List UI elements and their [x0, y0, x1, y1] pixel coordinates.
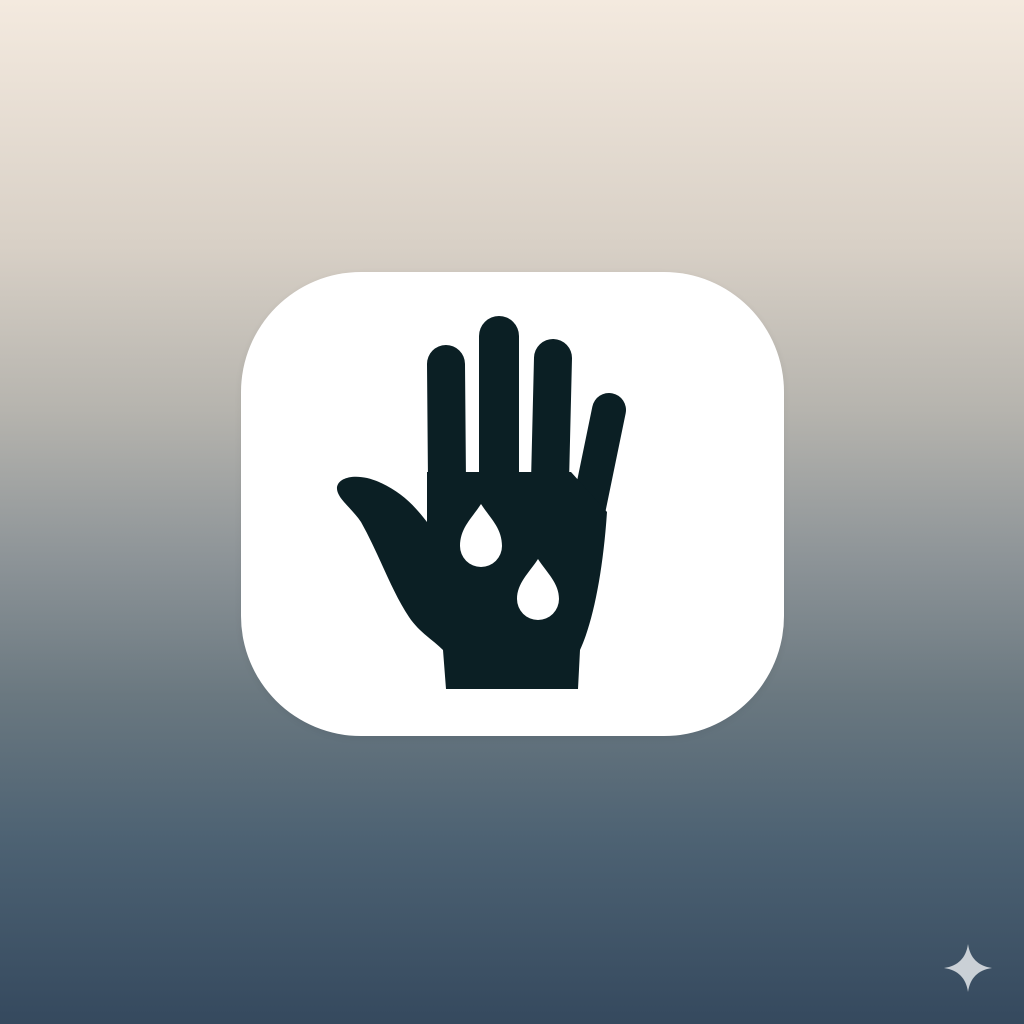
palm — [336, 472, 607, 689]
ring-finger — [531, 339, 572, 501]
app-icon-tile[interactable] — [241, 272, 784, 736]
index-finger — [427, 345, 466, 501]
wet-hand-icon — [336, 316, 626, 689]
app-icon-canvas — [0, 0, 1024, 1024]
sparkle-icon — [944, 944, 992, 992]
